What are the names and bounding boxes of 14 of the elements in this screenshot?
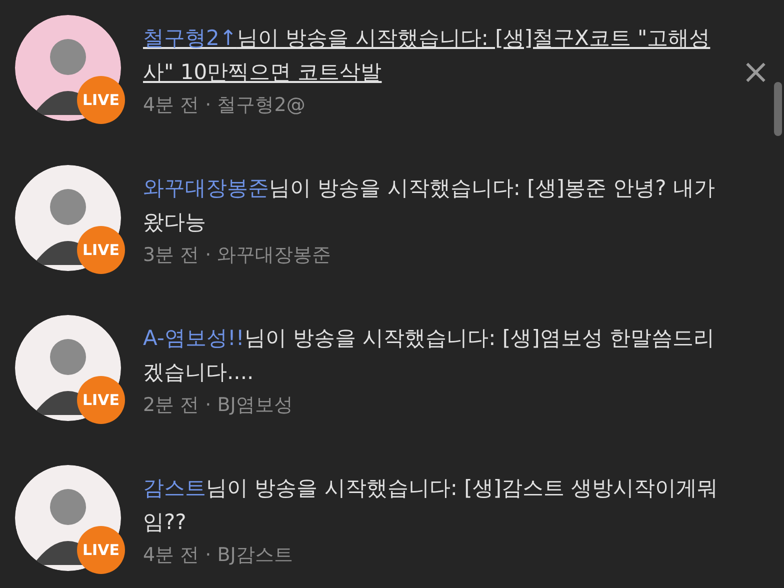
notification-text[interactable]: 와꾸대장봉준님이 방송을 시작했습니다: [생]봉준 안녕? 내가왔다능 [143,171,728,239]
notification-meta: 4분 전 · 철구형2@ [143,93,306,118]
notification-meta: 4분 전 · BJ감스트 [143,543,294,568]
notification-text[interactable]: A-염보성!!님이 방송을 시작했습니다: [생]염보성 한말씀드리겠습니다.... [143,321,728,389]
notification-meta: 2분 전 · BJ염보성 [143,393,294,418]
live-badge: LIVE [77,76,125,124]
close-button[interactable]: × [742,55,770,89]
notification-text[interactable]: 감스트님이 방송을 시작했습니다: [생]감스트 생방시작이게뭐임?? [143,471,728,539]
notification-text[interactable]: 철구형2↑님이 방송을 시작했습니다: [생]철구X코트 "고해성사" 10만찍으면 코트삭발 [143,21,728,89]
live-badge: LIVE [77,376,125,424]
scrollbar-thumb[interactable] [774,82,782,136]
live-badge: LIVE [77,526,125,574]
live-badge: LIVE [77,226,125,274]
notification-meta: 3분 전 · 와꾸대장봉준 [143,243,332,268]
